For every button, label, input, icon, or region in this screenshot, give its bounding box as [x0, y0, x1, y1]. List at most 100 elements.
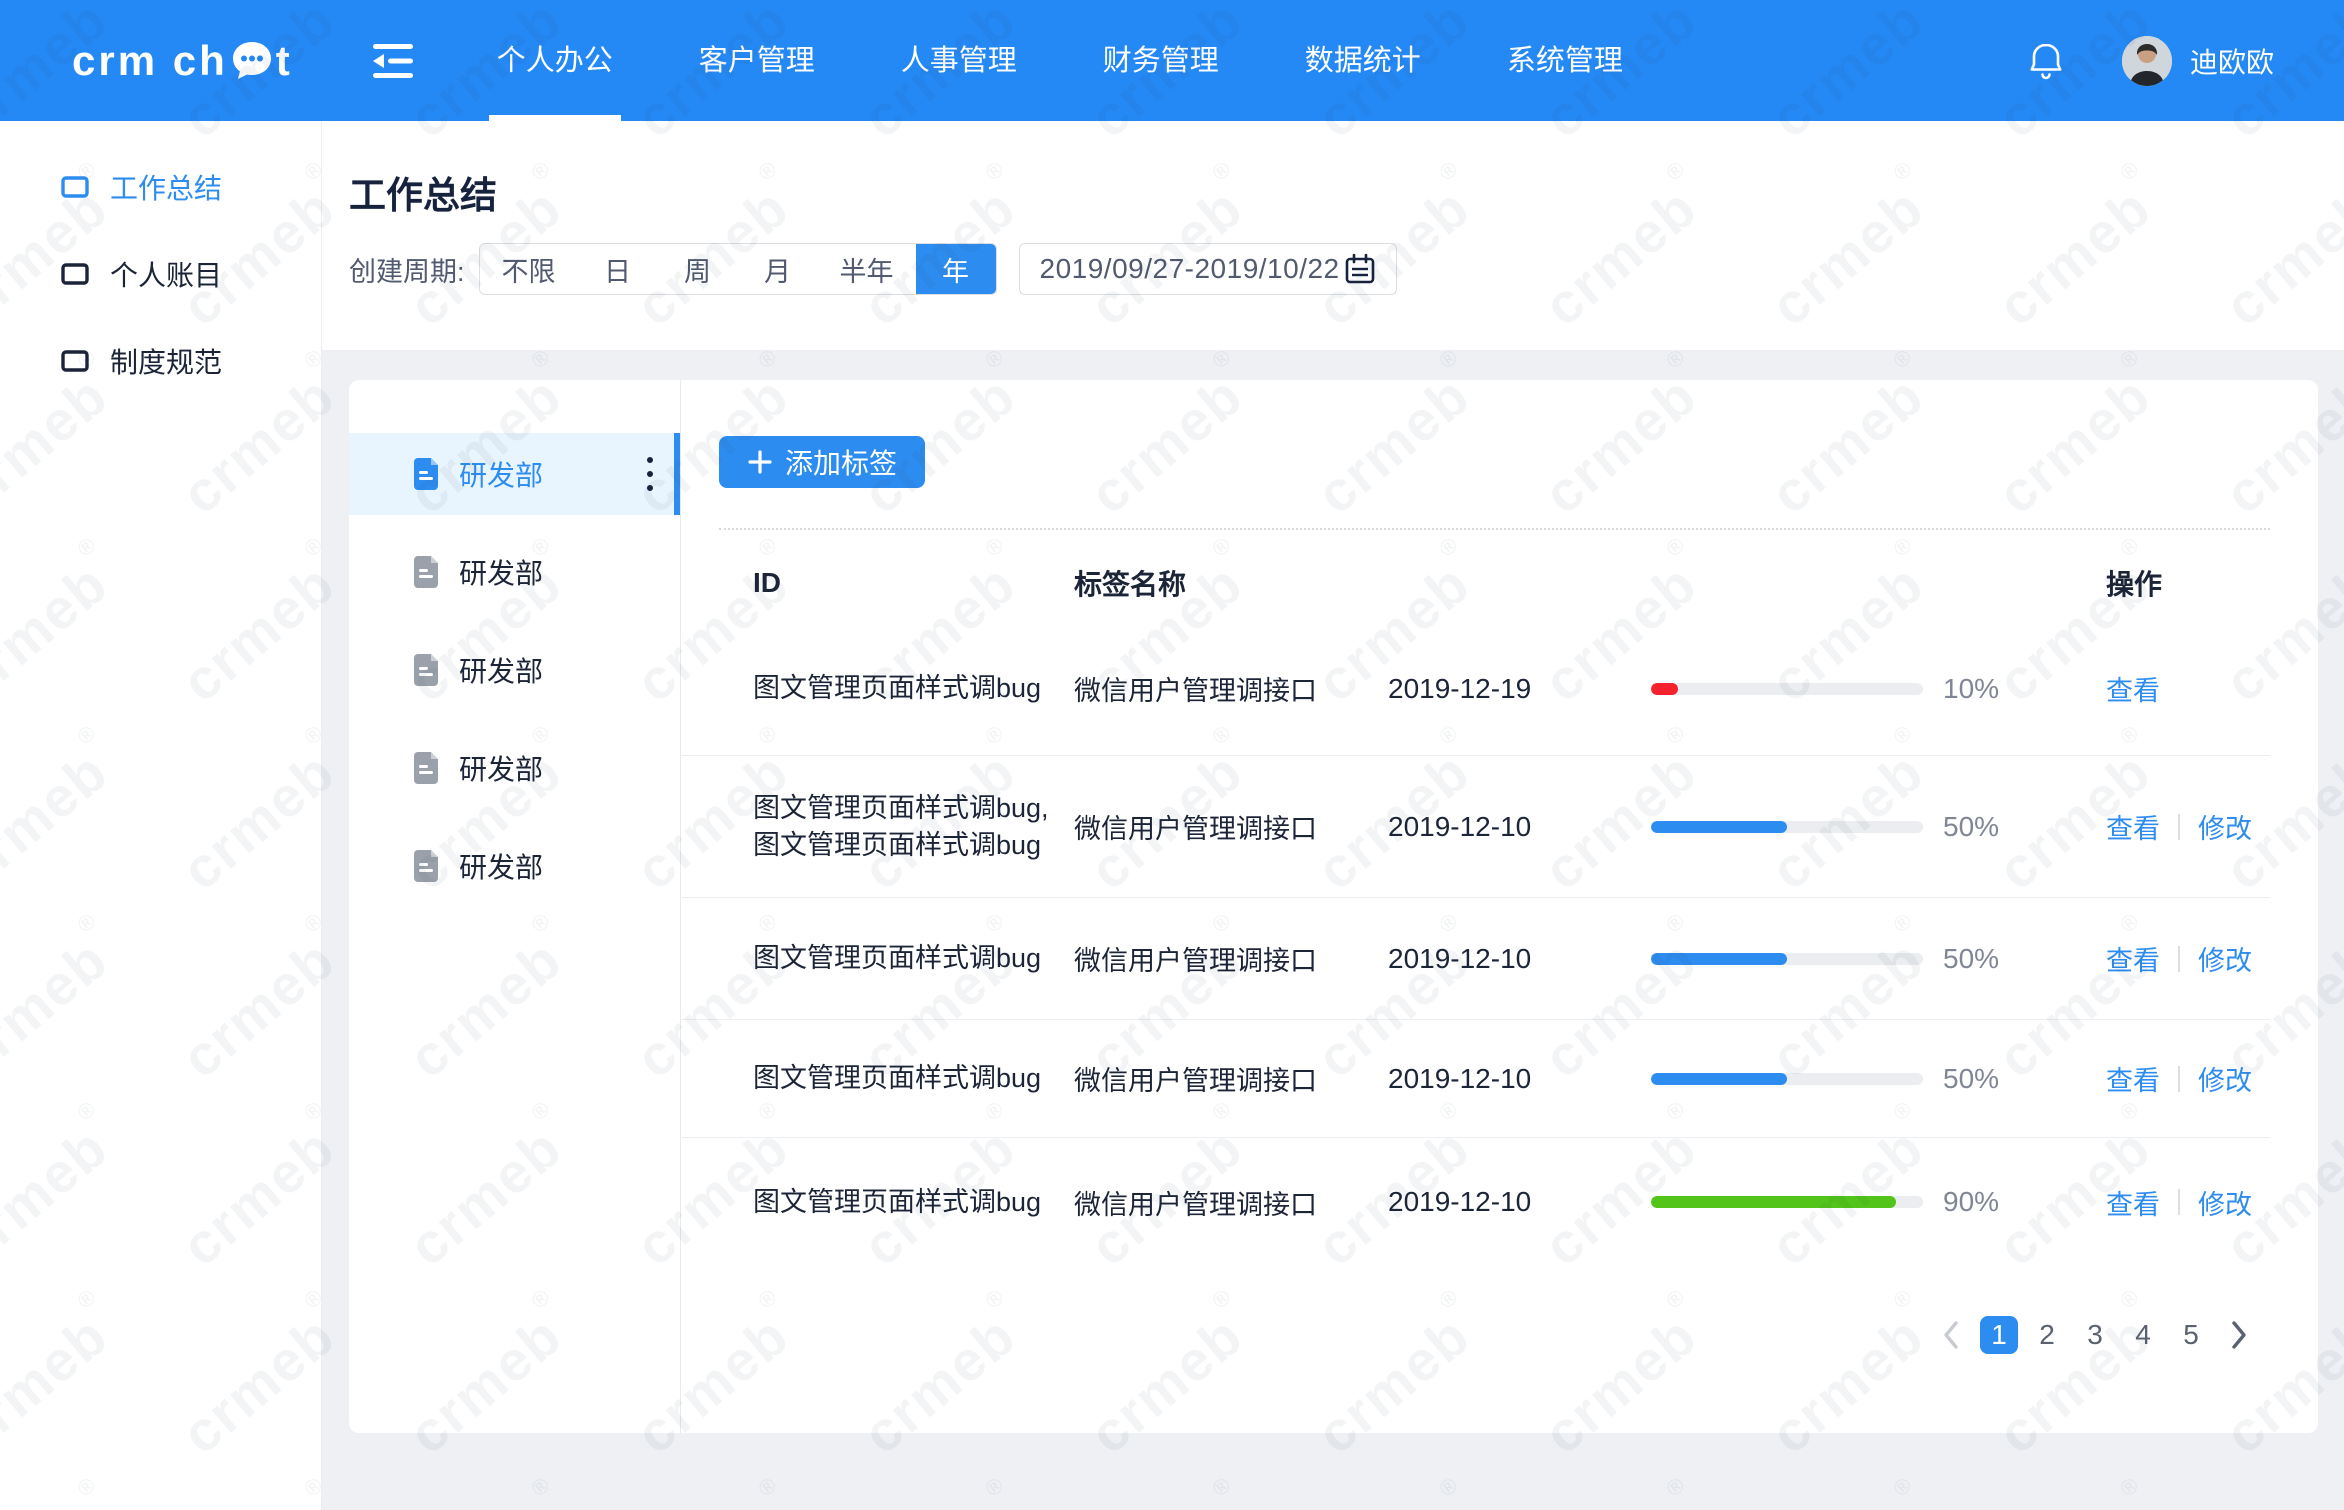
cell-name: 微信用户管理调接口: [1074, 669, 1388, 708]
user-avatar[interactable]: [2122, 36, 2172, 86]
period-option[interactable]: 半年: [818, 244, 916, 294]
view-link[interactable]: 查看: [2106, 807, 2160, 846]
cell-date: 2019-12-19: [1388, 673, 1651, 705]
watermark-text: crmeb®: [1304, 1479, 1496, 1510]
percent-label: 50%: [1943, 943, 1999, 975]
id-line: 图文管理页面样式调bug: [753, 827, 1074, 864]
group-item[interactable]: 研发部: [349, 727, 680, 809]
cell-date: 2019-12-10: [1388, 943, 1651, 975]
filter-label: 创建周期:: [349, 250, 465, 289]
top-nav-item[interactable]: 系统管理: [1499, 0, 1631, 121]
cell-date: 2019-12-10: [1388, 1063, 1651, 1095]
cell-name: 微信用户管理调接口: [1074, 1059, 1388, 1098]
action-divider: [2178, 1066, 2180, 1092]
sidebar-item[interactable]: 个人账目: [0, 230, 321, 317]
view-link[interactable]: 查看: [2106, 669, 2160, 708]
header-right: 迪欧欧: [2028, 36, 2274, 86]
group-item[interactable]: 研发部: [349, 629, 680, 711]
edit-link[interactable]: 修改: [2198, 1183, 2252, 1222]
top-nav-item[interactable]: 个人办公: [489, 0, 621, 121]
period-option[interactable]: 月: [738, 244, 818, 294]
dotted-separator: [719, 528, 2270, 530]
top-header: crm ch t 个人办公 客户管理 人事管理 财务管: [0, 0, 2344, 121]
page-number-button[interactable]: 4: [2124, 1316, 2162, 1354]
top-nav-label: 人事管理: [901, 37, 1017, 79]
page-number-label: 2: [2039, 1319, 2055, 1351]
period-option[interactable]: 日: [578, 244, 658, 294]
page-number-button[interactable]: 1: [1980, 1316, 2018, 1354]
group-item[interactable]: 研发部: [349, 531, 680, 613]
edit-link[interactable]: 修改: [2198, 939, 2252, 978]
top-nav-item[interactable]: 客户管理: [691, 0, 823, 121]
page-number-label: 3: [2087, 1319, 2103, 1351]
column-header-action: 操作: [2106, 563, 2270, 603]
cell-id: 图文管理页面样式调bug: [753, 1184, 1074, 1221]
filter-row: 创建周期: 不限 日 周 月 半年 年 2019: [349, 243, 1397, 295]
group-item-label: 研发部: [459, 650, 543, 690]
top-nav-item[interactable]: 财务管理: [1095, 0, 1227, 121]
group-item[interactable]: 研发部: [349, 433, 680, 515]
top-nav-item[interactable]: 数据统计: [1297, 0, 1429, 121]
period-option[interactable]: 周: [658, 244, 738, 294]
action-divider: [2178, 814, 2180, 840]
view-link[interactable]: 查看: [2106, 939, 2160, 978]
column-header-id: ID: [753, 567, 1074, 599]
period-option[interactable]: 年: [916, 244, 996, 294]
board-icon: [60, 259, 90, 289]
top-nav-item[interactable]: 人事管理: [893, 0, 1025, 121]
id-line: 图文管理页面样式调bug,: [753, 790, 1074, 827]
chat-bubble-icon: [230, 39, 274, 83]
add-tag-button[interactable]: 添加标签: [719, 436, 925, 488]
user-name[interactable]: 迪欧欧: [2190, 41, 2274, 81]
page-number-button[interactable]: 3: [2076, 1316, 2114, 1354]
next-page-button[interactable]: [2220, 1316, 2258, 1354]
page-number-label: 4: [2135, 1319, 2151, 1351]
page-number-label: 5: [2183, 1319, 2199, 1351]
edit-link[interactable]: 修改: [2198, 807, 2252, 846]
more-menu-icon[interactable]: [646, 457, 654, 491]
page-number-button[interactable]: 2: [2028, 1316, 2066, 1354]
period-option-label: 不限: [502, 250, 556, 289]
period-option-label: 半年: [840, 250, 894, 289]
cell-name: 微信用户管理调接口: [1074, 807, 1388, 846]
sidebar-item[interactable]: 工作总结: [0, 143, 321, 230]
cell-date: 2019-12-10: [1388, 811, 1651, 843]
group-item[interactable]: 研发部: [349, 825, 680, 907]
sidebar-item-label: 工作总结: [110, 167, 222, 207]
date-range-value: 2019/09/27-2019/10/22: [1040, 253, 1344, 285]
date-range-input[interactable]: 2019/09/27-2019/10/22: [1019, 243, 1397, 295]
table-region: 添加标签 ID 标签名称 操作 图文管理页面样式调bug 微信用户管理调接口 2…: [682, 380, 2318, 1433]
view-link[interactable]: 查看: [2106, 1183, 2160, 1222]
plus-icon: [747, 449, 773, 475]
group-panel: 研发部 研发部 研发部: [349, 380, 681, 1433]
table-row: 图文管理页面样式调bug 微信用户管理调接口 2019-12-19 10% 查看: [682, 622, 2270, 756]
table-row: 图文管理页面样式调bug 微信用户管理调接口 2019-12-10 90% 查看…: [682, 1138, 2270, 1266]
app-root: crm ch t 个人办公 客户管理 人事管理 财务管: [0, 0, 2344, 1510]
progress-track: [1651, 953, 1923, 965]
id-line: 图文管理页面样式调bug: [753, 1184, 1074, 1221]
view-link[interactable]: 查看: [2106, 1059, 2160, 1098]
edit-link[interactable]: 修改: [2198, 1059, 2252, 1098]
logo-text-right: t: [276, 37, 293, 85]
id-line: 图文管理页面样式调bug: [753, 670, 1074, 707]
cell-id: 图文管理页面样式调bug: [753, 940, 1074, 977]
page-number-button[interactable]: 5: [2172, 1316, 2210, 1354]
period-option[interactable]: 不限: [480, 244, 578, 294]
cell-progress: 50%: [1651, 1063, 2106, 1095]
group-item-label: 研发部: [459, 454, 543, 494]
cell-name: 微信用户管理调接口: [1074, 939, 1388, 978]
sidebar-item[interactable]: 制度规范: [0, 317, 321, 404]
cell-actions: 查看修改: [2106, 1059, 2270, 1098]
notification-bell-icon[interactable]: [2028, 41, 2064, 81]
id-line: 图文管理页面样式调bug: [753, 940, 1074, 977]
menu-collapse-icon[interactable]: [373, 41, 413, 81]
prev-page-button[interactable]: [1932, 1316, 1970, 1354]
main-card: 研发部 研发部 研发部: [349, 380, 2318, 1433]
percent-label: 10%: [1943, 673, 1999, 705]
sidebar: 工作总结 个人账目 制度规范: [0, 121, 322, 1510]
action-divider: [2178, 946, 2180, 972]
progress-track: [1651, 1196, 1923, 1208]
document-icon: [411, 849, 441, 883]
sidebar-item-label: 制度规范: [110, 341, 222, 381]
toolbar-section: 工作总结 创建周期: 不限 日 周 月 半年 年: [322, 121, 2344, 350]
